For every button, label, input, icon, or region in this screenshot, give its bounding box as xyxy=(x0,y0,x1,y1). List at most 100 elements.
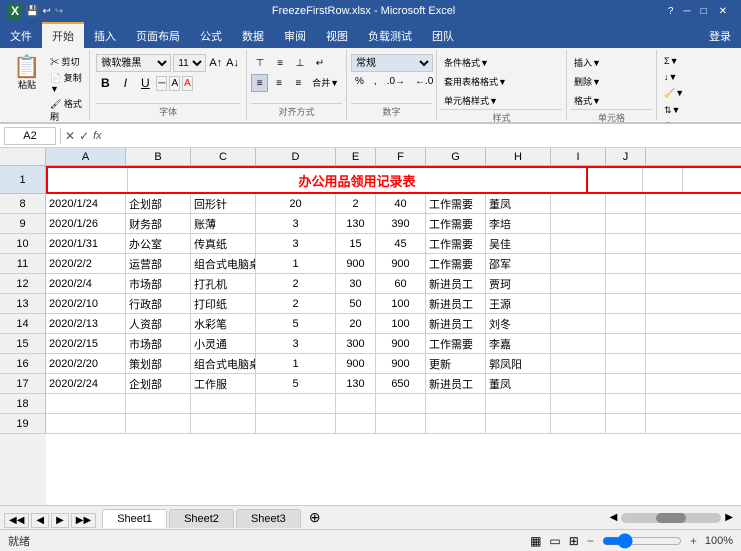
middle-align-icon[interactable]: ≡ xyxy=(271,54,289,72)
cell[interactable]: 打印纸 xyxy=(191,294,256,313)
cell[interactable]: 董凤 xyxy=(486,194,551,213)
cell-empty[interactable] xyxy=(606,394,646,413)
cell[interactable]: 2 xyxy=(256,294,336,313)
close-button[interactable]: ✕ xyxy=(713,6,733,17)
center-align-icon[interactable]: ≡ xyxy=(270,74,287,92)
col-header-c[interactable]: C xyxy=(191,148,256,165)
row-header-16[interactable]: 16 xyxy=(0,354,46,374)
cell[interactable]: 650 xyxy=(376,374,426,393)
cell[interactable]: 2020/2/15 xyxy=(46,334,126,353)
row-header-11[interactable]: 11 xyxy=(0,254,46,274)
cell[interactable]: 2 xyxy=(336,194,376,213)
sum-button[interactable]: Σ▼ xyxy=(661,54,733,68)
tab-page-layout[interactable]: 页面布局 xyxy=(126,24,190,48)
cell[interactable]: 100 xyxy=(376,294,426,313)
cell[interactable]: 水彩笔 xyxy=(191,314,256,333)
tab-file[interactable]: 文件 xyxy=(0,24,42,48)
insert-cells-button[interactable]: 插入▼ xyxy=(571,54,652,71)
cell[interactable]: 人资部 xyxy=(126,314,191,333)
row-header-19[interactable]: 19 xyxy=(0,414,46,434)
redo-icon[interactable]: ↪ xyxy=(55,6,63,17)
tab-review[interactable]: 审阅 xyxy=(274,24,316,48)
top-align-icon[interactable]: ⊤ xyxy=(251,54,269,72)
cell-empty[interactable] xyxy=(551,274,606,293)
tab-data[interactable]: 数据 xyxy=(232,24,274,48)
cell-empty[interactable] xyxy=(336,394,376,413)
cell[interactable]: 2020/2/13 xyxy=(46,314,126,333)
cell-empty[interactable] xyxy=(376,394,426,413)
cell-empty[interactable] xyxy=(551,194,606,213)
cell-empty[interactable] xyxy=(126,414,191,433)
cell-j1[interactable] xyxy=(643,168,683,192)
cell[interactable]: 新进员工 xyxy=(426,314,486,333)
cell[interactable]: 100 xyxy=(376,314,426,333)
cell[interactable]: 40 xyxy=(376,194,426,213)
cell-empty[interactable] xyxy=(606,374,646,393)
cell-empty[interactable] xyxy=(606,334,646,353)
format-cells-button[interactable]: 格式▼ xyxy=(571,92,652,109)
zoom-slider[interactable] xyxy=(602,533,682,549)
cell[interactable]: 策划部 xyxy=(126,354,191,373)
cell-empty[interactable] xyxy=(336,414,376,433)
decrease-font-icon[interactable]: A↓ xyxy=(225,56,240,70)
comma-button[interactable]: , xyxy=(370,74,381,89)
cell[interactable]: 2020/2/20 xyxy=(46,354,126,373)
scroll-sheets-left[interactable]: ◀◀ xyxy=(4,513,29,528)
cell[interactable]: 工作需要 xyxy=(426,234,486,253)
cell[interactable]: 1 xyxy=(256,354,336,373)
horizontal-scroll-right[interactable]: ▶ xyxy=(725,512,733,523)
cell[interactable]: 2020/2/10 xyxy=(46,294,126,313)
cell[interactable]: 工作需要 xyxy=(426,254,486,273)
cell[interactable]: 回形针 xyxy=(191,194,256,213)
cell[interactable]: 130 xyxy=(336,374,376,393)
cell-empty[interactable] xyxy=(551,374,606,393)
cell[interactable]: 小灵通 xyxy=(191,334,256,353)
table-format-button[interactable]: 套用表格格式▼ xyxy=(441,73,562,90)
tab-load-test[interactable]: 负载测试 xyxy=(358,24,422,48)
cell[interactable]: 2020/2/4 xyxy=(46,274,126,293)
cell[interactable]: 2020/1/26 xyxy=(46,214,126,233)
cell-empty[interactable] xyxy=(551,234,606,253)
cell-empty[interactable] xyxy=(486,394,551,413)
page-layout-icon[interactable]: ▭ xyxy=(549,534,560,548)
copy-button[interactable]: 📄 复制▼ xyxy=(48,70,85,95)
right-align-icon[interactable]: ≡ xyxy=(290,74,307,92)
row-header-18[interactable]: 18 xyxy=(0,394,46,414)
row-header-12[interactable]: 12 xyxy=(0,274,46,294)
cell[interactable]: 账薄 xyxy=(191,214,256,233)
cell-empty[interactable] xyxy=(46,394,126,413)
fill-button[interactable]: ↓▼ xyxy=(661,70,733,84)
cell[interactable]: 邵军 xyxy=(486,254,551,273)
row-header-9[interactable]: 9 xyxy=(0,214,46,234)
number-format-selector[interactable]: 常规 xyxy=(351,54,433,72)
font-size-selector[interactable]: 11 xyxy=(173,54,206,72)
cell[interactable]: 市场部 xyxy=(126,334,191,353)
cell-empty[interactable] xyxy=(606,214,646,233)
cell[interactable]: 工作需要 xyxy=(426,214,486,233)
cell-empty[interactable] xyxy=(191,414,256,433)
cell[interactable]: 新进员工 xyxy=(426,294,486,313)
bold-button[interactable]: B xyxy=(96,74,114,92)
cell[interactable]: 行政部 xyxy=(126,294,191,313)
clear-button[interactable]: 🧹▼ xyxy=(661,86,733,101)
cell[interactable]: 900 xyxy=(376,254,426,273)
cell-empty[interactable] xyxy=(256,414,336,433)
tab-view[interactable]: 视图 xyxy=(316,24,358,48)
cell-empty[interactable] xyxy=(551,314,606,333)
cell[interactable]: 市场部 xyxy=(126,274,191,293)
underline-button[interactable]: U xyxy=(136,74,154,92)
confirm-formula-icon[interactable]: ✓ xyxy=(79,129,89,143)
cell[interactable]: 2020/2/24 xyxy=(46,374,126,393)
sheet-tab-sheet3[interactable]: Sheet3 xyxy=(236,509,301,528)
cell-empty[interactable] xyxy=(256,394,336,413)
cell[interactable]: 贾珂 xyxy=(486,274,551,293)
col-header-f[interactable]: F xyxy=(376,148,426,165)
cell[interactable]: 工作服 xyxy=(191,374,256,393)
cell-empty[interactable] xyxy=(606,354,646,373)
cell[interactable]: 董凤 xyxy=(486,374,551,393)
normal-view-icon[interactable]: ▦ xyxy=(530,534,541,548)
cell-empty[interactable] xyxy=(551,294,606,313)
col-header-a[interactable]: A xyxy=(46,148,126,165)
cell[interactable]: 吴佳 xyxy=(486,234,551,253)
sheet-tab-sheet2[interactable]: Sheet2 xyxy=(169,509,234,528)
